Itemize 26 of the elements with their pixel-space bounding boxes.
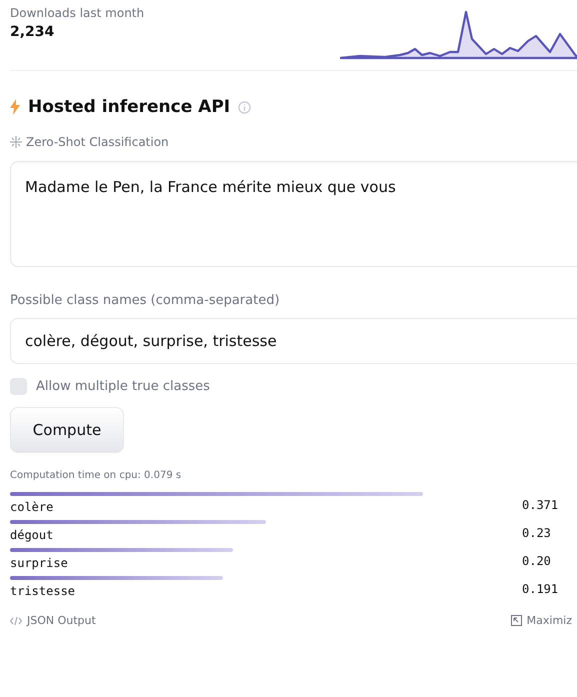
score-value: 0.371 — [522, 498, 558, 512]
computation-time: Computation time on cpu: 0.079 s — [10, 470, 182, 481]
class-label: colère — [10, 500, 54, 514]
maximize-icon — [510, 615, 522, 626]
lightning-icon — [10, 99, 20, 115]
downloads-count: 2,234 — [10, 24, 56, 40]
downloads-label: Downloads last month — [10, 6, 146, 20]
json-output-link[interactable]: JSON Output — [27, 614, 96, 627]
task-label: Zero-Shot Classification — [26, 135, 169, 149]
score-value: 0.23 — [522, 526, 551, 540]
info-icon[interactable] — [238, 100, 252, 114]
grid-icon — [10, 136, 22, 148]
class-names-label: Possible class names (comma-separated) — [10, 293, 280, 308]
score-value: 0.20 — [522, 554, 551, 568]
maximize-button[interactable]: Maximiz — [526, 614, 572, 627]
checkbox-label: Allow multiple true classes — [36, 379, 210, 394]
class-label: surprise — [10, 556, 69, 570]
compute-button[interactable]: Compute — [10, 407, 124, 453]
class-label: tristesse — [10, 584, 76, 598]
checkbox[interactable] — [10, 378, 27, 395]
code-icon — [10, 616, 22, 626]
class-names-field[interactable]: colère, dégout, surprise, tristesse — [10, 318, 577, 364]
score-value: 0.191 — [522, 582, 558, 596]
class-label: dégout — [10, 528, 54, 542]
text-input-field[interactable]: Madame le Pen, la France mérite mieux que vous — [10, 161, 577, 267]
section-title: Hosted inference API — [28, 97, 230, 117]
